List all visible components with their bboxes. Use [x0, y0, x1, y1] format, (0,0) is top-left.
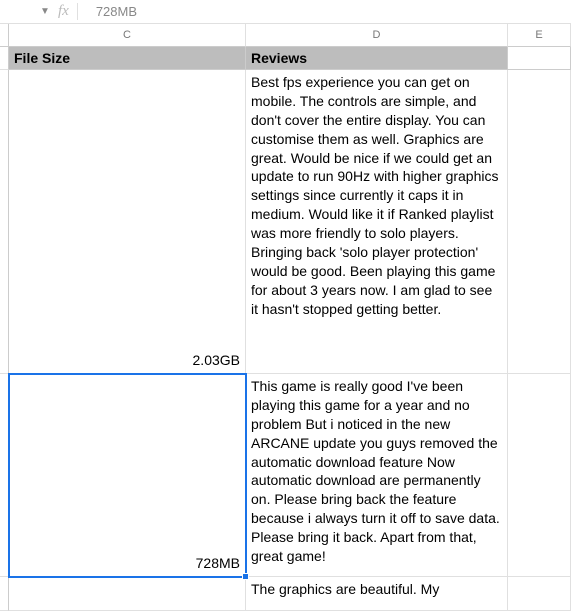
row-header[interactable]: [0, 47, 9, 70]
column-header-c[interactable]: C: [9, 24, 246, 47]
header-file-size[interactable]: File Size: [9, 47, 246, 70]
cell-empty[interactable]: [508, 374, 571, 577]
cell-review[interactable]: The graphics are beautiful. My: [246, 577, 508, 611]
cell-file-size[interactable]: 2.03GB: [9, 70, 246, 374]
cell-empty[interactable]: [508, 70, 571, 374]
formula-bar-value[interactable]: 728MB: [96, 4, 137, 19]
selection-handle[interactable]: [242, 573, 249, 580]
spreadsheet-grid[interactable]: C D E File Size Reviews 2.03GB Best fps …: [0, 24, 571, 611]
fx-label: fx: [50, 3, 78, 20]
column-header-e[interactable]: E: [508, 24, 571, 47]
cell-review[interactable]: This game is really good I've been playi…: [246, 374, 508, 577]
row-header[interactable]: [0, 70, 9, 374]
formula-bar[interactable]: ▼ fx 728MB: [0, 0, 571, 24]
cell-file-size[interactable]: [9, 577, 246, 611]
cell-file-size-selected[interactable]: 728MB: [9, 374, 246, 577]
cell-review[interactable]: Best fps experience you can get on mobil…: [246, 70, 508, 374]
select-all-corner[interactable]: [0, 24, 9, 47]
row-header[interactable]: [0, 577, 9, 611]
row-header[interactable]: [0, 374, 9, 577]
cell-e-header[interactable]: [508, 47, 571, 70]
cell-value: 728MB: [196, 554, 240, 573]
header-reviews[interactable]: Reviews: [246, 47, 508, 70]
name-box-dropdown-icon[interactable]: ▼: [40, 6, 50, 17]
column-header-d[interactable]: D: [246, 24, 508, 47]
cell-empty[interactable]: [508, 577, 571, 611]
